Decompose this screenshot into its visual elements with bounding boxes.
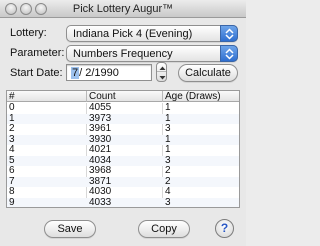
cell-number: 9 xyxy=(9,196,15,208)
cell-count: 4021 xyxy=(89,144,112,155)
cell-number: 0 xyxy=(9,102,15,113)
cell-number: 2 xyxy=(9,123,15,134)
table-row[interactable]: 4 4021 1 xyxy=(7,144,239,156)
parameter-label: Parameter: xyxy=(10,47,65,59)
title-bar[interactable]: Pick Lottery Augur™ xyxy=(0,0,246,18)
help-icon: ? xyxy=(220,221,229,235)
start-date-rest[interactable]: / 2/1990 xyxy=(79,67,119,79)
lottery-select-value: Indiana Pick 4 (Evening) xyxy=(73,28,193,40)
cell-count: 3961 xyxy=(89,123,112,134)
cell-number: 4 xyxy=(9,144,15,155)
table-row[interactable]: 9 4033 3 xyxy=(7,196,239,208)
results-table[interactable]: # Count Age (Draws) 0 4055 1 1 3973 1 2 3961 3… xyxy=(6,90,240,208)
cell-number: 8 xyxy=(9,186,15,197)
parameter-select[interactable]: Numbers Frequency xyxy=(66,45,238,62)
date-stepper[interactable] xyxy=(156,62,167,82)
table-row[interactable]: 6 3968 2 xyxy=(7,165,239,177)
start-date-label: Start Date: xyxy=(10,67,63,79)
cell-count: 3968 xyxy=(89,165,112,176)
cell-count: 4033 xyxy=(89,196,112,208)
table-row[interactable]: 8 4030 4 xyxy=(7,186,239,198)
table-row[interactable]: 5 4034 3 xyxy=(7,155,239,166)
cell-age: 1 xyxy=(165,144,171,155)
parameter-select-value: Numbers Frequency xyxy=(73,48,173,60)
lottery-select[interactable]: Indiana Pick 4 (Evening) xyxy=(66,25,238,42)
table-body: 0 4055 1 1 3973 1 2 3961 3 3 3930 1 4 4021 1 5 4034… xyxy=(7,102,239,208)
cell-age: 4 xyxy=(165,186,171,197)
chevron-updown-icon xyxy=(220,45,238,62)
table-row[interactable]: 7 3871 2 xyxy=(7,176,239,187)
cell-count: 4030 xyxy=(89,186,112,197)
cell-age: 2 xyxy=(165,165,171,176)
stepper-arrows-icon xyxy=(159,66,166,80)
table-row[interactable]: 1 3973 1 xyxy=(7,113,239,124)
cell-age: 3 xyxy=(165,196,171,208)
calculate-button[interactable]: Calculate xyxy=(178,64,238,82)
lottery-label: Lottery: xyxy=(10,27,47,39)
save-button[interactable]: Save xyxy=(44,220,96,238)
cell-age: 1 xyxy=(165,102,171,113)
cell-number: 6 xyxy=(9,165,15,176)
help-button[interactable]: ? xyxy=(215,219,234,238)
app-window: Pick Lottery Augur™ Lottery: Indiana Pic… xyxy=(0,0,246,246)
cell-count: 4055 xyxy=(89,102,112,113)
start-date-month[interactable]: 7 xyxy=(71,67,80,79)
table-header: # Count Age (Draws) xyxy=(7,91,239,102)
column-header-number[interactable]: # xyxy=(7,91,15,102)
start-date-value: 7/ 2/1990 xyxy=(71,67,119,79)
table-row[interactable]: 0 4055 1 xyxy=(7,102,239,114)
cell-age: 3 xyxy=(165,123,171,134)
table-row[interactable]: 2 3961 3 xyxy=(7,123,239,135)
window-title: Pick Lottery Augur™ xyxy=(72,3,174,15)
column-header-age[interactable]: Age (Draws) xyxy=(163,91,221,102)
column-header-count[interactable]: Count xyxy=(87,91,116,102)
chevron-updown-icon xyxy=(220,25,238,42)
table-row[interactable]: 3 3930 1 xyxy=(7,134,239,145)
start-date-field[interactable]: 7/ 2/1990 xyxy=(66,64,152,81)
copy-button[interactable]: Copy xyxy=(138,220,190,238)
